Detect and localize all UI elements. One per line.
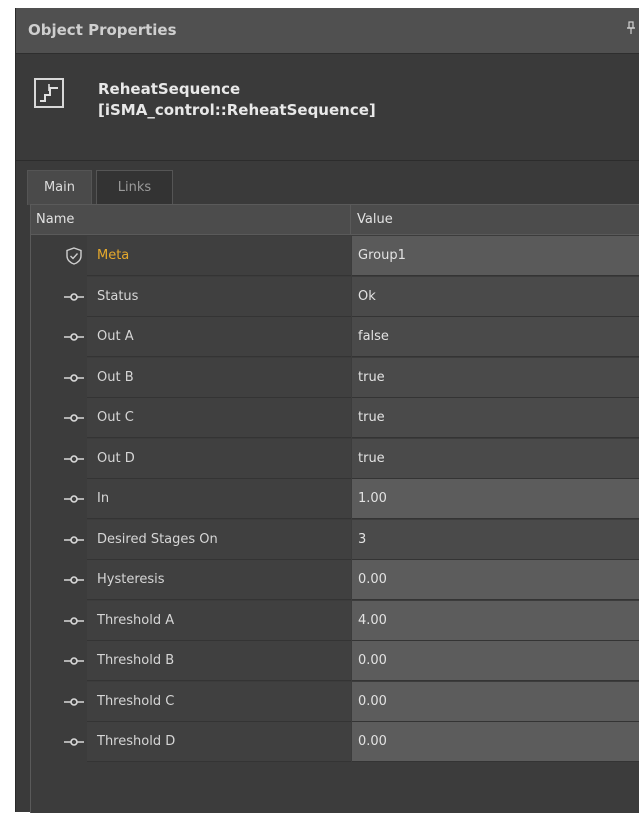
property-value: true xyxy=(352,357,639,398)
step-sequence-icon xyxy=(34,78,64,108)
property-row-out-a[interactable]: Out A false xyxy=(31,317,639,358)
tab-bar: Main Links xyxy=(16,160,639,205)
property-name: Out C xyxy=(87,398,351,438)
pin-icon[interactable] xyxy=(625,21,637,37)
link-pin-icon xyxy=(61,732,87,752)
property-value[interactable]: 0.00 xyxy=(352,681,639,722)
property-row-out-d[interactable]: Out D true xyxy=(31,438,639,480)
object-type: [iSMA_control::ReheatSequence] xyxy=(98,101,376,119)
property-name: In xyxy=(87,479,351,519)
property-row-in[interactable]: In 1.00 xyxy=(31,479,639,520)
property-row-threshold-c[interactable]: Threshold C 0.00 xyxy=(31,681,639,723)
property-row-desired-stages-on[interactable]: Desired Stages On 3 xyxy=(31,519,639,561)
property-rows: Meta Group1 Status Ok Out A false Out B … xyxy=(31,236,639,763)
link-pin-icon xyxy=(61,651,87,671)
property-row-out-b[interactable]: Out B true xyxy=(31,357,639,399)
property-name: Hysteresis xyxy=(87,560,351,600)
property-value: 3 xyxy=(352,519,639,560)
property-value[interactable]: 0.00 xyxy=(352,641,639,681)
property-name: Out D xyxy=(87,438,351,479)
column-header-value[interactable]: Value xyxy=(351,205,639,235)
link-pin-icon xyxy=(61,449,87,469)
property-row-meta[interactable]: Meta Group1 xyxy=(31,236,639,277)
property-value: false xyxy=(352,317,639,357)
link-pin-icon xyxy=(61,327,87,347)
property-name: Threshold D xyxy=(87,722,351,762)
property-name: Out A xyxy=(87,317,351,357)
property-value[interactable]: 0.00 xyxy=(352,560,639,600)
property-row-threshold-b[interactable]: Threshold B 0.00 xyxy=(31,641,639,682)
property-value: true xyxy=(352,438,639,479)
property-value[interactable]: 0.00 xyxy=(352,722,639,762)
property-grid: Name Value Meta Group1 Status Ok Out A f… xyxy=(30,204,639,813)
property-value[interactable]: 4.00 xyxy=(352,600,639,641)
property-name: Threshold B xyxy=(87,641,351,681)
tab-links[interactable]: Links xyxy=(96,170,173,205)
property-value[interactable]: 1.00 xyxy=(352,479,639,519)
property-name: Threshold A xyxy=(87,600,351,641)
link-pin-icon xyxy=(61,287,87,307)
link-pin-icon xyxy=(61,530,87,550)
property-value: Ok xyxy=(352,276,639,317)
link-pin-icon xyxy=(61,692,87,712)
link-pin-icon xyxy=(61,368,87,388)
column-header-name[interactable]: Name xyxy=(31,205,351,235)
property-value[interactable]: Group1 xyxy=(352,236,639,276)
object-header: ReheatSequence [iSMA_control::ReheatSequ… xyxy=(16,54,639,160)
shield-check-icon xyxy=(61,246,87,266)
property-name: Out B xyxy=(87,357,351,398)
object-name: ReheatSequence xyxy=(98,80,241,98)
property-row-hysteresis[interactable]: Hysteresis 0.00 xyxy=(31,560,639,601)
property-value: true xyxy=(352,398,639,438)
property-row-status[interactable]: Status Ok xyxy=(31,276,639,318)
property-row-out-c[interactable]: Out C true xyxy=(31,398,639,439)
tab-main[interactable]: Main xyxy=(27,170,92,205)
property-name: Threshold C xyxy=(87,681,351,722)
link-pin-icon xyxy=(61,611,87,631)
property-row-threshold-d[interactable]: Threshold D 0.00 xyxy=(31,722,639,763)
property-name: Status xyxy=(87,276,351,317)
link-pin-icon xyxy=(61,408,87,428)
panel-title: Object Properties xyxy=(28,21,177,39)
property-name: Meta xyxy=(87,236,351,276)
link-pin-icon xyxy=(61,570,87,590)
property-row-threshold-a[interactable]: Threshold A 4.00 xyxy=(31,600,639,642)
object-properties-panel: Object Properties ReheatSequence [iSMA_c… xyxy=(16,8,639,813)
panel-titlebar: Object Properties xyxy=(16,8,639,54)
link-pin-icon xyxy=(61,489,87,509)
property-name: Desired Stages On xyxy=(87,519,351,560)
